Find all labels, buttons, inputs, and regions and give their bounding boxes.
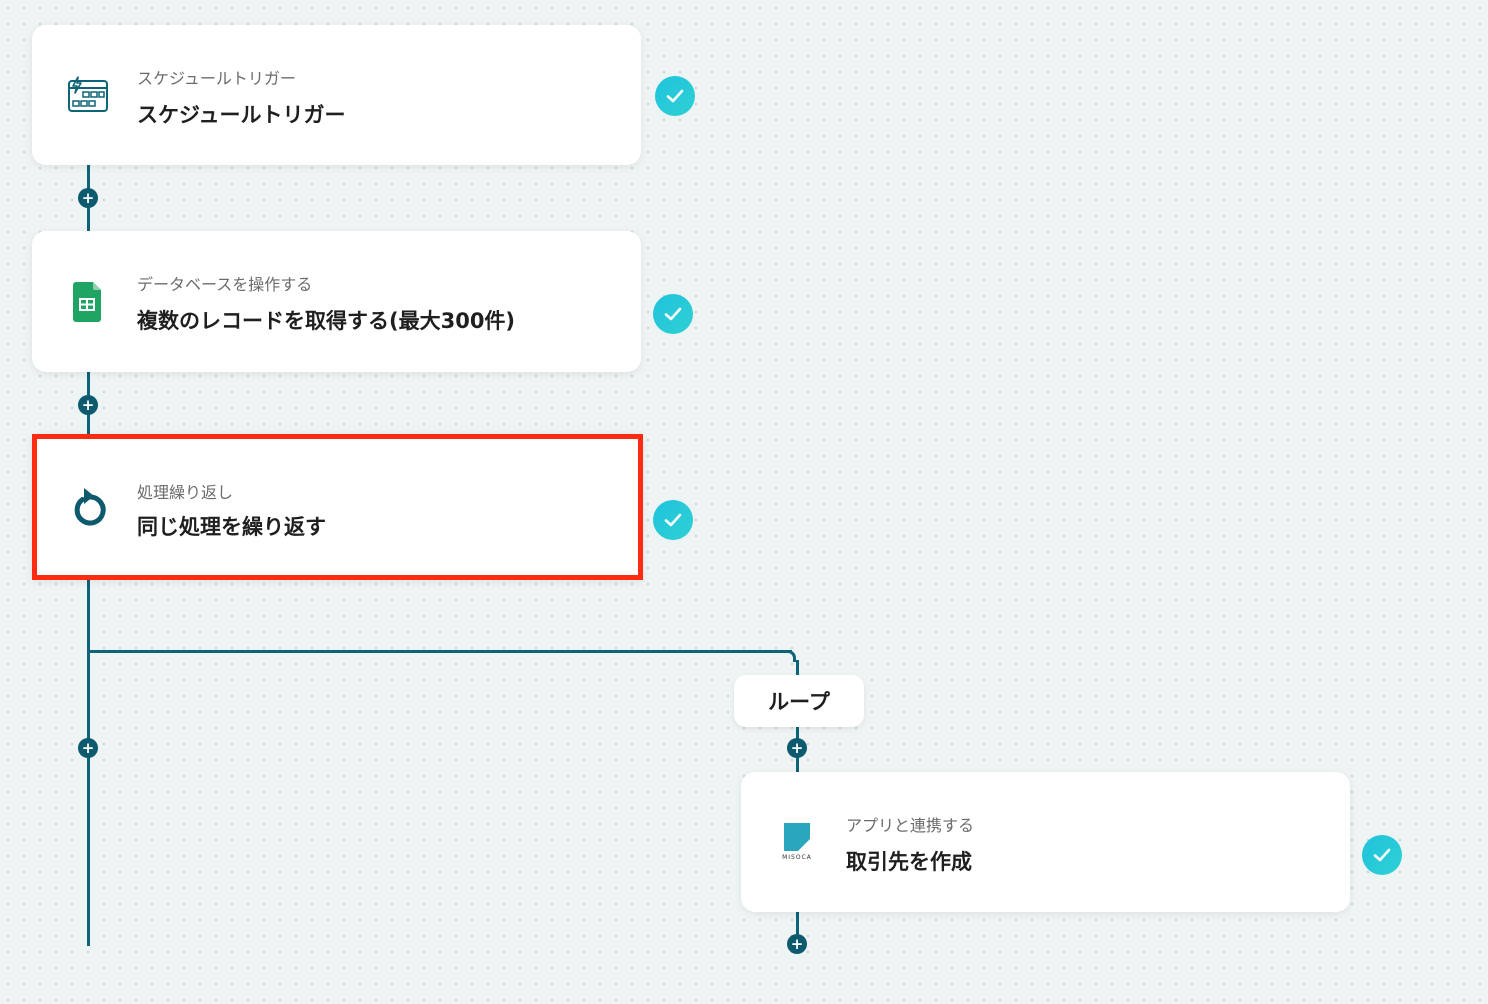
step-title: スケジュールトリガー [137, 103, 346, 127]
misoca-logo-text: MISOCA [782, 854, 812, 861]
google-sheets-icon [66, 280, 110, 324]
calendar-trigger-icon [66, 73, 110, 117]
check-icon [653, 500, 693, 540]
loop-branch-line [87, 650, 792, 653]
step-card-schedule-trigger[interactable]: スケジュールトリガー スケジュールトリガー [32, 25, 641, 165]
misoca-logo-icon: MISOCA [775, 820, 819, 864]
step-title: 取引先を作成 [846, 850, 972, 874]
check-icon [655, 76, 695, 116]
step-title: 複数のレコードを取得する(最大300件) [137, 309, 516, 333]
step-card-loop[interactable]: 処理繰り返し 同じ処理を繰り返す [32, 434, 643, 580]
add-step-button[interactable]: + [787, 934, 807, 954]
add-step-button[interactable]: + [787, 738, 807, 758]
step-subtitle: アプリと連携する [846, 816, 975, 835]
step-title: 同じ処理を繰り返す [137, 515, 326, 539]
step-card-get-records[interactable]: データベースを操作する 複数のレコードを取得する(最大300件) [32, 231, 641, 372]
add-step-button[interactable]: + [78, 188, 98, 208]
check-icon [1362, 835, 1402, 875]
flow-canvas: + + + + + スケジュールトリガー スケジュールトリガー データベースを操… [0, 0, 1488, 1004]
step-subtitle: 処理繰り返し [137, 483, 234, 502]
add-step-button[interactable]: + [78, 738, 98, 758]
connector-line [87, 578, 90, 946]
loop-label[interactable]: ループ [734, 675, 864, 727]
loop-branch-corner [786, 650, 796, 662]
step-subtitle: スケジュールトリガー [137, 69, 296, 88]
step-card-create-client[interactable]: MISOCA アプリと連携する 取引先を作成 [741, 772, 1350, 912]
connector-line [796, 912, 799, 936]
add-step-button[interactable]: + [78, 395, 98, 415]
loop-arrow-icon [68, 485, 112, 529]
check-icon [653, 294, 693, 334]
connector-line [796, 660, 799, 676]
step-subtitle: データベースを操作する [137, 275, 313, 294]
